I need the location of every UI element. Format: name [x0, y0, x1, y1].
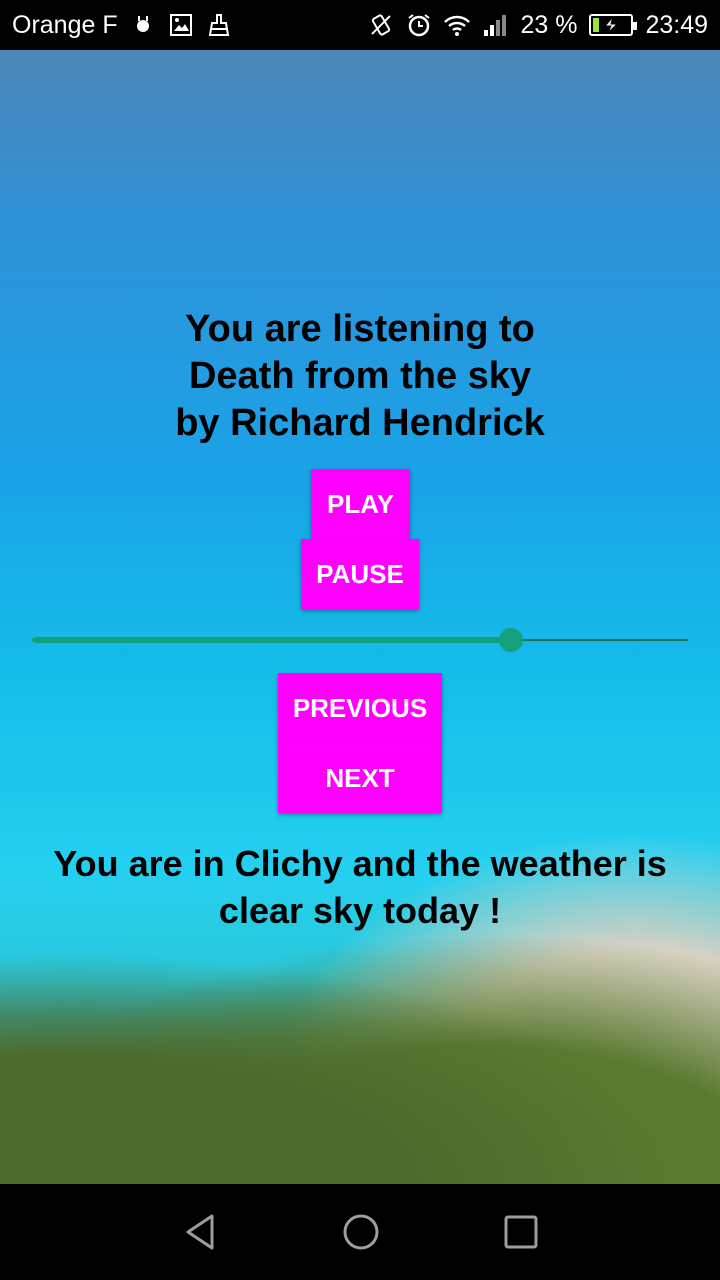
now-playing-line-1: You are listening to: [185, 308, 535, 350]
recents-icon[interactable]: [501, 1212, 541, 1252]
android-debug-icon: [130, 12, 156, 38]
home-icon[interactable]: [341, 1212, 381, 1252]
weather-line-1: You are in Clichy and the weather is: [53, 843, 667, 884]
status-bar: Orange F 23 % 23:49: [0, 0, 720, 50]
seek-thumb[interactable]: [498, 628, 523, 652]
weather-text: You are in Clichy and the weather is cle…: [0, 840, 720, 934]
navigation-bar: [0, 1184, 720, 1280]
back-icon[interactable]: [181, 1212, 221, 1252]
next-button[interactable]: NEXT: [278, 743, 442, 813]
player-screen: You are listening to Death from the sky …: [0, 50, 720, 1184]
seek-bar[interactable]: [32, 628, 688, 652]
battery-charging-icon: [589, 14, 638, 36]
track-artist: by Richard Hendrick: [175, 402, 545, 444]
screen: Orange F 23 % 23:49 You are listening to…: [0, 0, 720, 1280]
weather-line-2: clear sky today !: [218, 890, 502, 931]
now-playing-text: You are listening to Death from the sky …: [0, 306, 720, 447]
gallery-icon: [168, 12, 194, 38]
cleaner-icon: [206, 12, 232, 38]
pause-button[interactable]: PAUSE: [301, 539, 419, 609]
carrier-name: Orange F: [12, 10, 118, 39]
track-title: Death from the sky: [188, 355, 532, 397]
signal-icon: [482, 12, 508, 38]
alarm-icon: [406, 12, 432, 38]
play-button[interactable]: PLAY: [311, 469, 410, 539]
clock: 23:49: [645, 10, 708, 39]
battery-percent: 23 %: [520, 10, 578, 39]
seek-progress: [32, 637, 511, 643]
previous-button[interactable]: PREVIOUS: [278, 673, 442, 743]
vibrate-icon: [368, 12, 394, 38]
wifi-icon: [444, 12, 471, 38]
